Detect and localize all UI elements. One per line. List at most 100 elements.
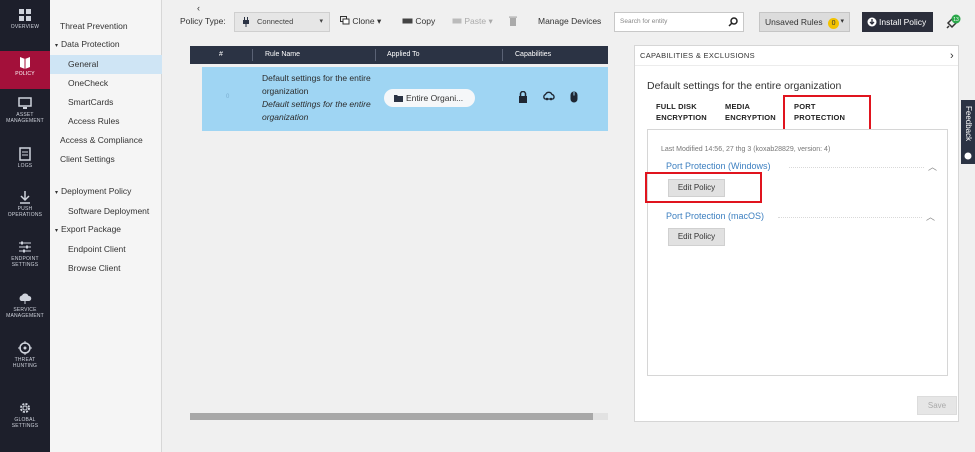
table-horizontal-scrollbar[interactable] [190,413,608,420]
sidebar-item-deployment-policy[interactable]: ▾ Deployment Policy [50,182,162,201]
section-title-windows[interactable]: Port Protection (Windows) [666,161,771,171]
chevron-right-icon[interactable]: › [950,46,954,66]
expand-icon[interactable]: ▾ [55,43,58,49]
nav-label: LOGS [17,163,33,169]
expand-icon[interactable]: ▾ [55,228,58,234]
chat-bubble-icon [964,152,972,160]
sidebar-item-access-compliance[interactable]: Access & Compliance [50,131,162,150]
sidebar-item-threat-prevention[interactable]: Threat Prevention [50,17,162,36]
sidebar-item-label: Access & Compliance [60,135,143,145]
sidebar-item-software-deployment[interactable]: Software Deployment [50,202,162,221]
download-icon [20,191,30,204]
panel-header-label: CAPABILITIES & EXCLUSIONS [640,51,755,60]
nav-item-asset-management[interactable]: ASSET MANAGEMENT [0,92,50,146]
manage-devices-button[interactable]: Manage Devices [538,16,601,26]
sidebar-item-data-protection[interactable]: ▾ Data Protection [50,35,162,54]
applied-to-chip[interactable]: Entire Organi... [384,89,475,107]
nav-label: POLICY [15,71,35,77]
unsaved-rules-label: Unsaved Rules [765,17,823,27]
sidebar-item-label: Software Deployment [68,206,150,216]
column-header-applied-to: Applied To [387,51,420,58]
sidebar-item-label: Browse Client [68,263,121,273]
sidebar-item-label: Client Settings [60,154,115,164]
section-divider [778,217,922,218]
monitor-icon [18,97,32,109]
sliders-icon [19,241,31,253]
chevron-up-icon[interactable]: ︿ [926,210,935,223]
gear-icon [20,403,30,413]
cloud-network-icon[interactable] [542,91,556,102]
tab-label-line1: MEDIA [725,102,751,111]
scrollbar-thumb[interactable] [190,413,593,420]
sidebar-item-label: Threat Prevention [60,21,128,31]
chevron-up-icon[interactable]: ︿ [928,160,937,173]
crosshair-icon [18,341,32,355]
connection-status-count: 13 [953,17,959,23]
copy-button[interactable]: Copy [402,16,435,26]
sidebar-item-label: Export Package [61,224,122,234]
sidebar-item-label: Data Protection [61,39,120,49]
nav-item-global-settings[interactable]: GLOBAL SETTINGS [0,397,50,451]
nav-label: PUSH OPERATIONS [7,206,43,218]
toolbar: Policy Type: Connected ▾ Clone ▾ Copy Pa… [162,10,975,36]
policy-type-label: Policy Type: [180,16,226,26]
policy-type-select[interactable]: Connected ▾ [234,12,330,32]
policy-type-value: Connected [257,17,294,26]
lock-icon[interactable] [518,91,528,103]
clone-label: Clone [352,16,375,26]
nav-label: SERVICE MANAGEMENT [6,307,44,319]
search-input[interactable]: Search for entity [614,12,744,32]
sidebar-item-smartcards[interactable]: SmartCards [50,93,162,112]
sidebar-item-access-rules[interactable]: Access Rules [50,112,162,131]
sidebar-item-onecheck[interactable]: OneCheck [50,74,162,93]
mouse-icon[interactable] [570,91,578,103]
feedback-tab[interactable]: Feedback [961,100,975,164]
sidebar-item-label: SmartCards [68,97,114,107]
unsaved-rules-dropdown[interactable]: Unsaved Rules 0 ▾ [759,12,850,32]
install-icon [867,17,877,27]
tab-full-disk-encryption[interactable]: FULL DISK ENCRYPTION [656,101,707,123]
sidebar-item-general[interactable]: General [50,55,162,74]
highlight-box [645,172,762,203]
nav-item-threat-hunting[interactable]: THREAT HUNTING [0,337,50,391]
sidebar-item-label: Access Rules [68,116,120,126]
book-icon [20,57,30,69]
sidebar-item-label: General [68,59,99,69]
nav-item-policy[interactable]: POLICY [0,51,50,89]
nav-item-overview[interactable]: OVERVIEW [0,4,50,58]
search-icon[interactable] [728,17,738,27]
edit-policy-button-macos[interactable]: Edit Policy [668,228,725,246]
feedback-label: Feedback [964,106,973,142]
column-divider [502,49,503,61]
install-policy-label: Install Policy [879,17,927,27]
clone-button[interactable]: Clone ▾ [340,16,381,27]
section-title-macos[interactable]: Port Protection (macOS) [666,211,764,221]
sidebar-item-endpoint-client[interactable]: Endpoint Client [50,240,162,259]
sidebar-item-label: OneCheck [68,78,109,88]
paste-icon [452,18,462,24]
sidebar-item-label: Endpoint Client [68,244,126,254]
delete-button[interactable] [509,16,517,28]
connection-status-icon[interactable]: 13 [945,14,961,30]
unsaved-count-badge: 0 [828,18,840,29]
tab-label-line1: FULL DISK [656,102,697,111]
paste-button[interactable]: Paste ▾ [452,16,493,27]
sidebar-item-browse-client[interactable]: Browse Client [50,259,162,278]
save-button[interactable]: Save [917,396,957,415]
policy-sidebar: ‹ Threat Prevention ▾ Data Protection Gen… [50,0,200,452]
expand-icon[interactable]: ▾ [55,190,58,196]
applied-to-value: Entire Organi... [406,93,464,103]
column-header-capabilities: Capabilities [515,51,552,58]
nav-label: THREAT HUNTING [12,357,38,369]
sidebar-item-export-package[interactable]: ▾ Export Package [50,220,162,239]
nav-item-push-operations[interactable]: PUSH OPERATIONS [0,186,50,240]
install-policy-button[interactable]: Install Policy [862,12,933,32]
tab-media-encryption[interactable]: MEDIA ENCRYPTION [725,101,776,123]
nav-item-service-management[interactable]: SERVICE MANAGEMENT [0,287,50,341]
capabilities-panel: CAPABILITIES & EXCLUSIONS › Default sett… [634,45,959,422]
table-row[interactable]: 0 Default settings for the entire organi… [202,67,608,131]
sidebar-item-client-settings[interactable]: Client Settings [50,150,162,169]
search-placeholder: Search for entity [620,18,668,25]
nav-item-endpoint-settings[interactable]: ENDPOINT SETTINGS [0,236,50,290]
chevron-down-icon: ▾ [319,18,323,25]
